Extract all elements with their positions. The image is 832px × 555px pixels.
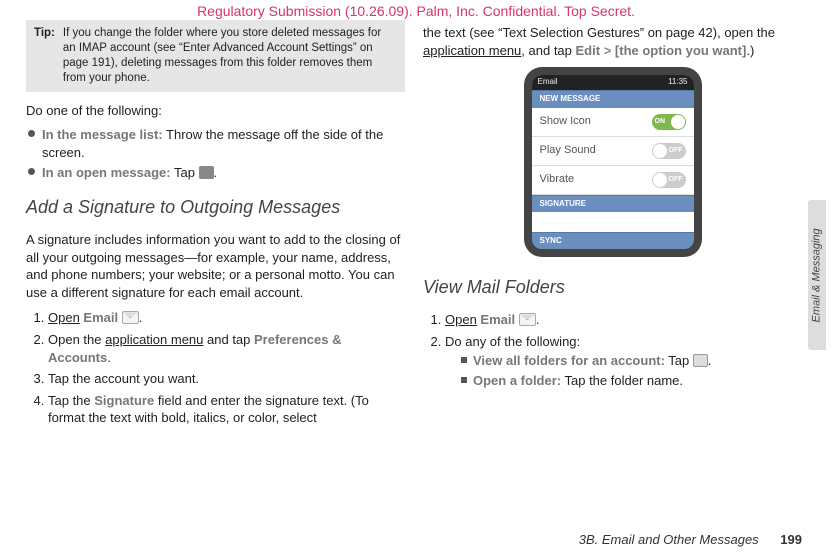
sub-lead-1: View all folders for an account: xyxy=(473,353,665,368)
heading-view-folders: View Mail Folders xyxy=(423,275,802,299)
step-1: Open Email . xyxy=(48,309,405,327)
signature-steps: Open Email . Open the application menu a… xyxy=(26,305,405,430)
section-signature: SIGNATURE xyxy=(532,195,694,213)
statusbar: Email 11:35 xyxy=(532,75,694,90)
status-app: Email xyxy=(538,77,558,88)
status-time: 11:35 xyxy=(668,77,687,88)
cont-a: the text (see “Text Selection Gestures” … xyxy=(423,25,775,40)
confidential-header: Regulatory Submission (10.26.09). Palm, … xyxy=(0,2,832,21)
vf-open: Open xyxy=(445,312,477,327)
tip-box: Tip: If you change the folder where you … xyxy=(26,20,405,92)
row-vibrate: Vibrate OFF xyxy=(532,166,694,195)
vf-sub-bullets: View all folders for an account: Tap . O… xyxy=(445,352,802,389)
step4-a: Tap the xyxy=(48,393,94,408)
action-bullets: In the message list: Throw the message o… xyxy=(26,123,405,185)
sub-lead-2: Open a folder: xyxy=(473,373,561,388)
sub-rest-1: Tap xyxy=(665,353,693,368)
vf-step-2: Do any of the following: View all folder… xyxy=(445,333,802,390)
section-sync: SYNC xyxy=(532,232,694,249)
bullet-lead-2: In an open message: xyxy=(42,165,171,180)
signature-field[interactable] xyxy=(532,212,694,232)
cont-b: , and tap xyxy=(521,43,575,58)
cont-end: .) xyxy=(746,43,754,58)
step1-email: Email xyxy=(80,310,122,325)
continuation-para: the text (see “Text Selection Gestures” … xyxy=(423,24,802,59)
phone-screen: Email 11:35 NEW MESSAGE Show Icon ON Pla… xyxy=(532,75,694,249)
section-new-message: NEW MESSAGE xyxy=(532,90,694,108)
step-4: Tap the Signature field and enter the si… xyxy=(48,392,405,427)
row-label-show-icon: Show Icon xyxy=(540,114,591,129)
sub-open-folder: Open a folder: Tap the folder name. xyxy=(461,372,802,390)
trash-icon xyxy=(199,166,214,179)
right-column: the text (see “Text Selection Gestures” … xyxy=(423,20,802,525)
phone-frame: Email 11:35 NEW MESSAGE Show Icon ON Pla… xyxy=(524,67,702,257)
do-one-intro: Do one of the following: xyxy=(26,102,405,120)
vf-step-1: Open Email . xyxy=(445,311,802,329)
app-menu-link: application menu xyxy=(105,332,203,347)
row-play-sound: Play Sound OFF xyxy=(532,137,694,166)
toggle-vibrate[interactable]: OFF xyxy=(652,172,686,188)
view-folders-steps: Open Email . Do any of the following: Vi… xyxy=(423,307,802,393)
toggle-play-sound[interactable]: OFF xyxy=(652,143,686,159)
footer: 3B. Email and Other Messages 199 xyxy=(579,531,802,549)
step2-b: and tap xyxy=(203,332,254,347)
vf-email: Email xyxy=(477,312,519,327)
left-column: Tip: If you change the folder where you … xyxy=(26,20,405,525)
step2-a: Open the xyxy=(48,332,105,347)
page-body: Tip: If you change the folder where you … xyxy=(26,20,802,525)
step1-open: Open xyxy=(48,310,80,325)
tip-body: If you change the folder where you store… xyxy=(63,26,397,86)
email-icon-2 xyxy=(519,313,536,326)
app-menu-link-2: application menu xyxy=(423,43,521,58)
side-tab-label: Email & Messaging xyxy=(810,228,825,322)
signature-label: Signature xyxy=(94,393,154,408)
row-label-play-sound: Play Sound xyxy=(540,143,596,158)
phone-screenshot: Email 11:35 NEW MESSAGE Show Icon ON Pla… xyxy=(423,67,802,257)
option-you-want: [the option you want] xyxy=(615,43,746,58)
sub-rest-2: Tap the folder name. xyxy=(561,373,683,388)
page-number: 199 xyxy=(780,532,802,547)
vf-step2-text: Do any of the following: xyxy=(445,334,580,349)
tip-label: Tip: xyxy=(34,26,55,86)
row-show-icon: Show Icon ON xyxy=(532,108,694,137)
edit-label: Edit xyxy=(576,43,601,58)
chevron-icon: > xyxy=(600,43,615,58)
bullet-lead-1: In the message list: xyxy=(42,127,163,142)
signature-intro: A signature includes information you wan… xyxy=(26,231,405,301)
email-icon xyxy=(122,311,139,324)
side-tab: Email & Messaging xyxy=(808,200,826,350)
row-label-vibrate: Vibrate xyxy=(540,172,575,187)
footer-title: 3B. Email and Other Messages xyxy=(579,532,759,547)
bullet-rest-2: Tap xyxy=(171,165,199,180)
toggle-show-icon[interactable]: ON xyxy=(652,114,686,130)
bullet-open-msg: In an open message: Tap . xyxy=(28,164,405,182)
step-2: Open the application menu and tap Prefer… xyxy=(48,331,405,366)
step-3: Tap the account you want. xyxy=(48,370,405,388)
sub-view-all: View all folders for an account: Tap . xyxy=(461,352,802,370)
heading-add-signature: Add a Signature to Outgoing Messages xyxy=(26,195,405,219)
bullet-msg-list: In the message list: Throw the message o… xyxy=(28,126,405,161)
folder-icon xyxy=(693,354,708,367)
